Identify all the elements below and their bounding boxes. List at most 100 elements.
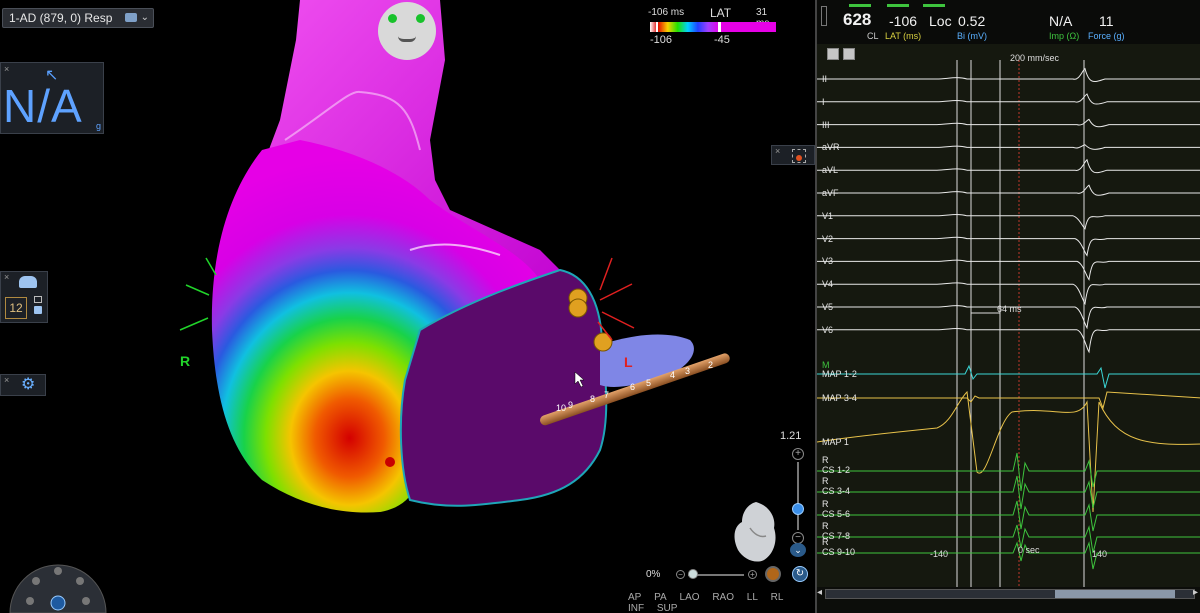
electrode-label: 3 — [685, 366, 691, 376]
electrode-label: 6 — [630, 382, 636, 392]
transparency-minus-button[interactable]: − — [676, 570, 685, 579]
time-label-center: 0 sec — [1018, 545, 1040, 555]
cs-prefix-label: R — [822, 537, 829, 547]
force-value: 11 — [1099, 13, 1114, 29]
lead-label-avf: aVF — [822, 188, 839, 198]
zoom-thumb[interactable] — [792, 503, 804, 515]
imp-label: Imp (Ω) — [1049, 31, 1080, 41]
view-pa-button[interactable]: PA — [654, 592, 667, 603]
settings-panel: × ⚙ — [0, 374, 46, 396]
ecg-trace-cs-5-6 — [817, 500, 1200, 532]
sweep-speed[interactable]: 200 mm/sec — [1010, 53, 1059, 63]
cl-label: CL — [867, 31, 879, 41]
zoom-track[interactable] — [797, 462, 799, 530]
ecg-trace-cs-9-10 — [817, 541, 1200, 570]
lat-label: LAT (ms) — [885, 31, 922, 41]
force-value: N/A — [3, 80, 83, 132]
lock-icon[interactable] — [34, 306, 42, 314]
eye-icon — [388, 14, 397, 23]
map-selector-label: 1-AD (879, 0) Resp — [9, 11, 113, 25]
lead-label-iii: III — [822, 119, 830, 130]
heart-thumbnail-icon — [734, 502, 776, 562]
lat-min-label: -106 ms — [648, 7, 685, 18]
scale-tool-icon[interactable] — [843, 48, 855, 60]
ecg-panel[interactable]: 628 CL -106 Loc LAT (ms) 0.52 Bi (mV) N/… — [815, 0, 1200, 613]
electrode-label: 5 — [646, 378, 652, 388]
view-rl-button[interactable]: RL — [771, 592, 784, 603]
force-panel: × ↖ N/A g — [0, 62, 104, 134]
transparency-plus-button[interactable]: + — [748, 570, 757, 579]
force-unit: g — [95, 121, 101, 131]
lead-count-value[interactable]: 12 — [5, 297, 27, 319]
close-icon[interactable]: × — [4, 375, 9, 385]
ecg-trace-v1 — [817, 213, 1200, 230]
ecg-trace-v4 — [817, 282, 1200, 306]
view-ll-button[interactable]: LL — [747, 592, 758, 603]
pin-icon[interactable] — [821, 6, 827, 26]
tag-dot-icon — [796, 155, 802, 161]
loc-label: Loc — [929, 13, 952, 29]
cl-value: 628 — [843, 10, 872, 29]
lead-label-cs-3-4: CS 3-4 — [822, 486, 851, 496]
lead-label-v1: V1 — [822, 210, 834, 221]
view-lao-button[interactable]: LAO — [680, 592, 700, 603]
view-buttons: AP PA LAO RAO LL RL INF SUP — [628, 592, 815, 613]
grid-icon[interactable] — [34, 296, 42, 303]
reset-view-button[interactable]: ↻ — [792, 566, 808, 582]
cs-prefix-label: R — [822, 476, 829, 486]
ecg-trace-cs-1-2 — [817, 452, 1200, 492]
heart-icon[interactable] — [19, 276, 37, 288]
scroll-thumb[interactable] — [1055, 590, 1175, 598]
electrode-label: 8 — [590, 394, 596, 404]
ecg-trace-cs-7-8 — [817, 524, 1200, 554]
time-label-right: 140 — [1092, 549, 1108, 559]
timeline-scrollbar[interactable]: ◂ ▸ — [817, 587, 1200, 613]
view-sup-button[interactable]: SUP — [657, 603, 678, 613]
electrode-label: 10 — [556, 403, 567, 413]
lead-label-map-3-4: MAP 3-4 — [822, 393, 857, 403]
ecg-trace-avr — [817, 144, 1200, 150]
lead-label-map-1-2: MAP 1-2 — [822, 369, 857, 379]
gear-icon[interactable]: ⚙ — [21, 377, 35, 393]
head-orientation-icon[interactable] — [378, 2, 436, 60]
force-label: Force (g) — [1088, 31, 1125, 41]
chevron-down-icon[interactable]: ⌄ — [790, 543, 806, 557]
imp-value: N/A — [1049, 13, 1073, 29]
transparency-thumb[interactable] — [688, 569, 698, 579]
close-icon[interactable]: × — [775, 146, 780, 156]
navigation-wheel[interactable] — [8, 555, 108, 613]
map-viewport[interactable]: 10 9 8 7 6 5 4 3 2 R L 1-AD (879, 0) Res… — [0, 0, 815, 613]
ecg-traces[interactable] — [817, 45, 1200, 587]
close-icon[interactable]: × — [4, 272, 9, 282]
view-inf-button[interactable]: INF — [628, 603, 644, 613]
lead-label-v2: V2 — [822, 233, 834, 244]
orientation-left-label: L — [624, 354, 633, 370]
lat-indicator — [887, 4, 909, 7]
lat-left-value: -106 — [650, 34, 673, 46]
electrode-label: 4 — [670, 370, 676, 380]
ecg-trace-v3 — [817, 259, 1200, 281]
electrode-label: 9 — [568, 400, 574, 410]
lat-color-scale[interactable]: -106 ms LAT 31 ms -106 — [648, 6, 778, 46]
lead-label-map-1: MAP 1 — [822, 437, 849, 447]
ecg-trace-map-3-4 — [817, 391, 1200, 410]
zoom-in-button[interactable]: + — [792, 448, 804, 460]
close-icon[interactable]: × — [4, 64, 9, 74]
cl-indicator — [849, 4, 871, 7]
shell-color-button[interactable] — [765, 566, 781, 582]
ecg-trace-ii — [817, 67, 1200, 82]
lead-label-avl: aVL — [822, 165, 839, 176]
waveform-tool-icon[interactable] — [827, 48, 839, 60]
scroll-right-icon[interactable]: ▸ — [1193, 587, 1198, 598]
lead-label-cs-5-6: CS 5-6 — [822, 509, 851, 519]
heart-map-3d[interactable] — [0, 0, 815, 613]
measurement-label: 64 ms — [997, 304, 1022, 314]
bi-label: Bi (mV) — [957, 31, 987, 41]
map-selector-dropdown[interactable]: 1-AD (879, 0) Resp ⌄ — [2, 8, 154, 28]
lead-label-avr: aVR — [822, 142, 840, 153]
view-ap-button[interactable]: AP — [628, 592, 641, 603]
scroll-left-icon[interactable]: ◂ — [817, 587, 822, 598]
view-rao-button[interactable]: RAO — [712, 592, 734, 603]
catheter-icon — [125, 13, 137, 22]
ecg-trace-v6 — [817, 327, 1200, 354]
